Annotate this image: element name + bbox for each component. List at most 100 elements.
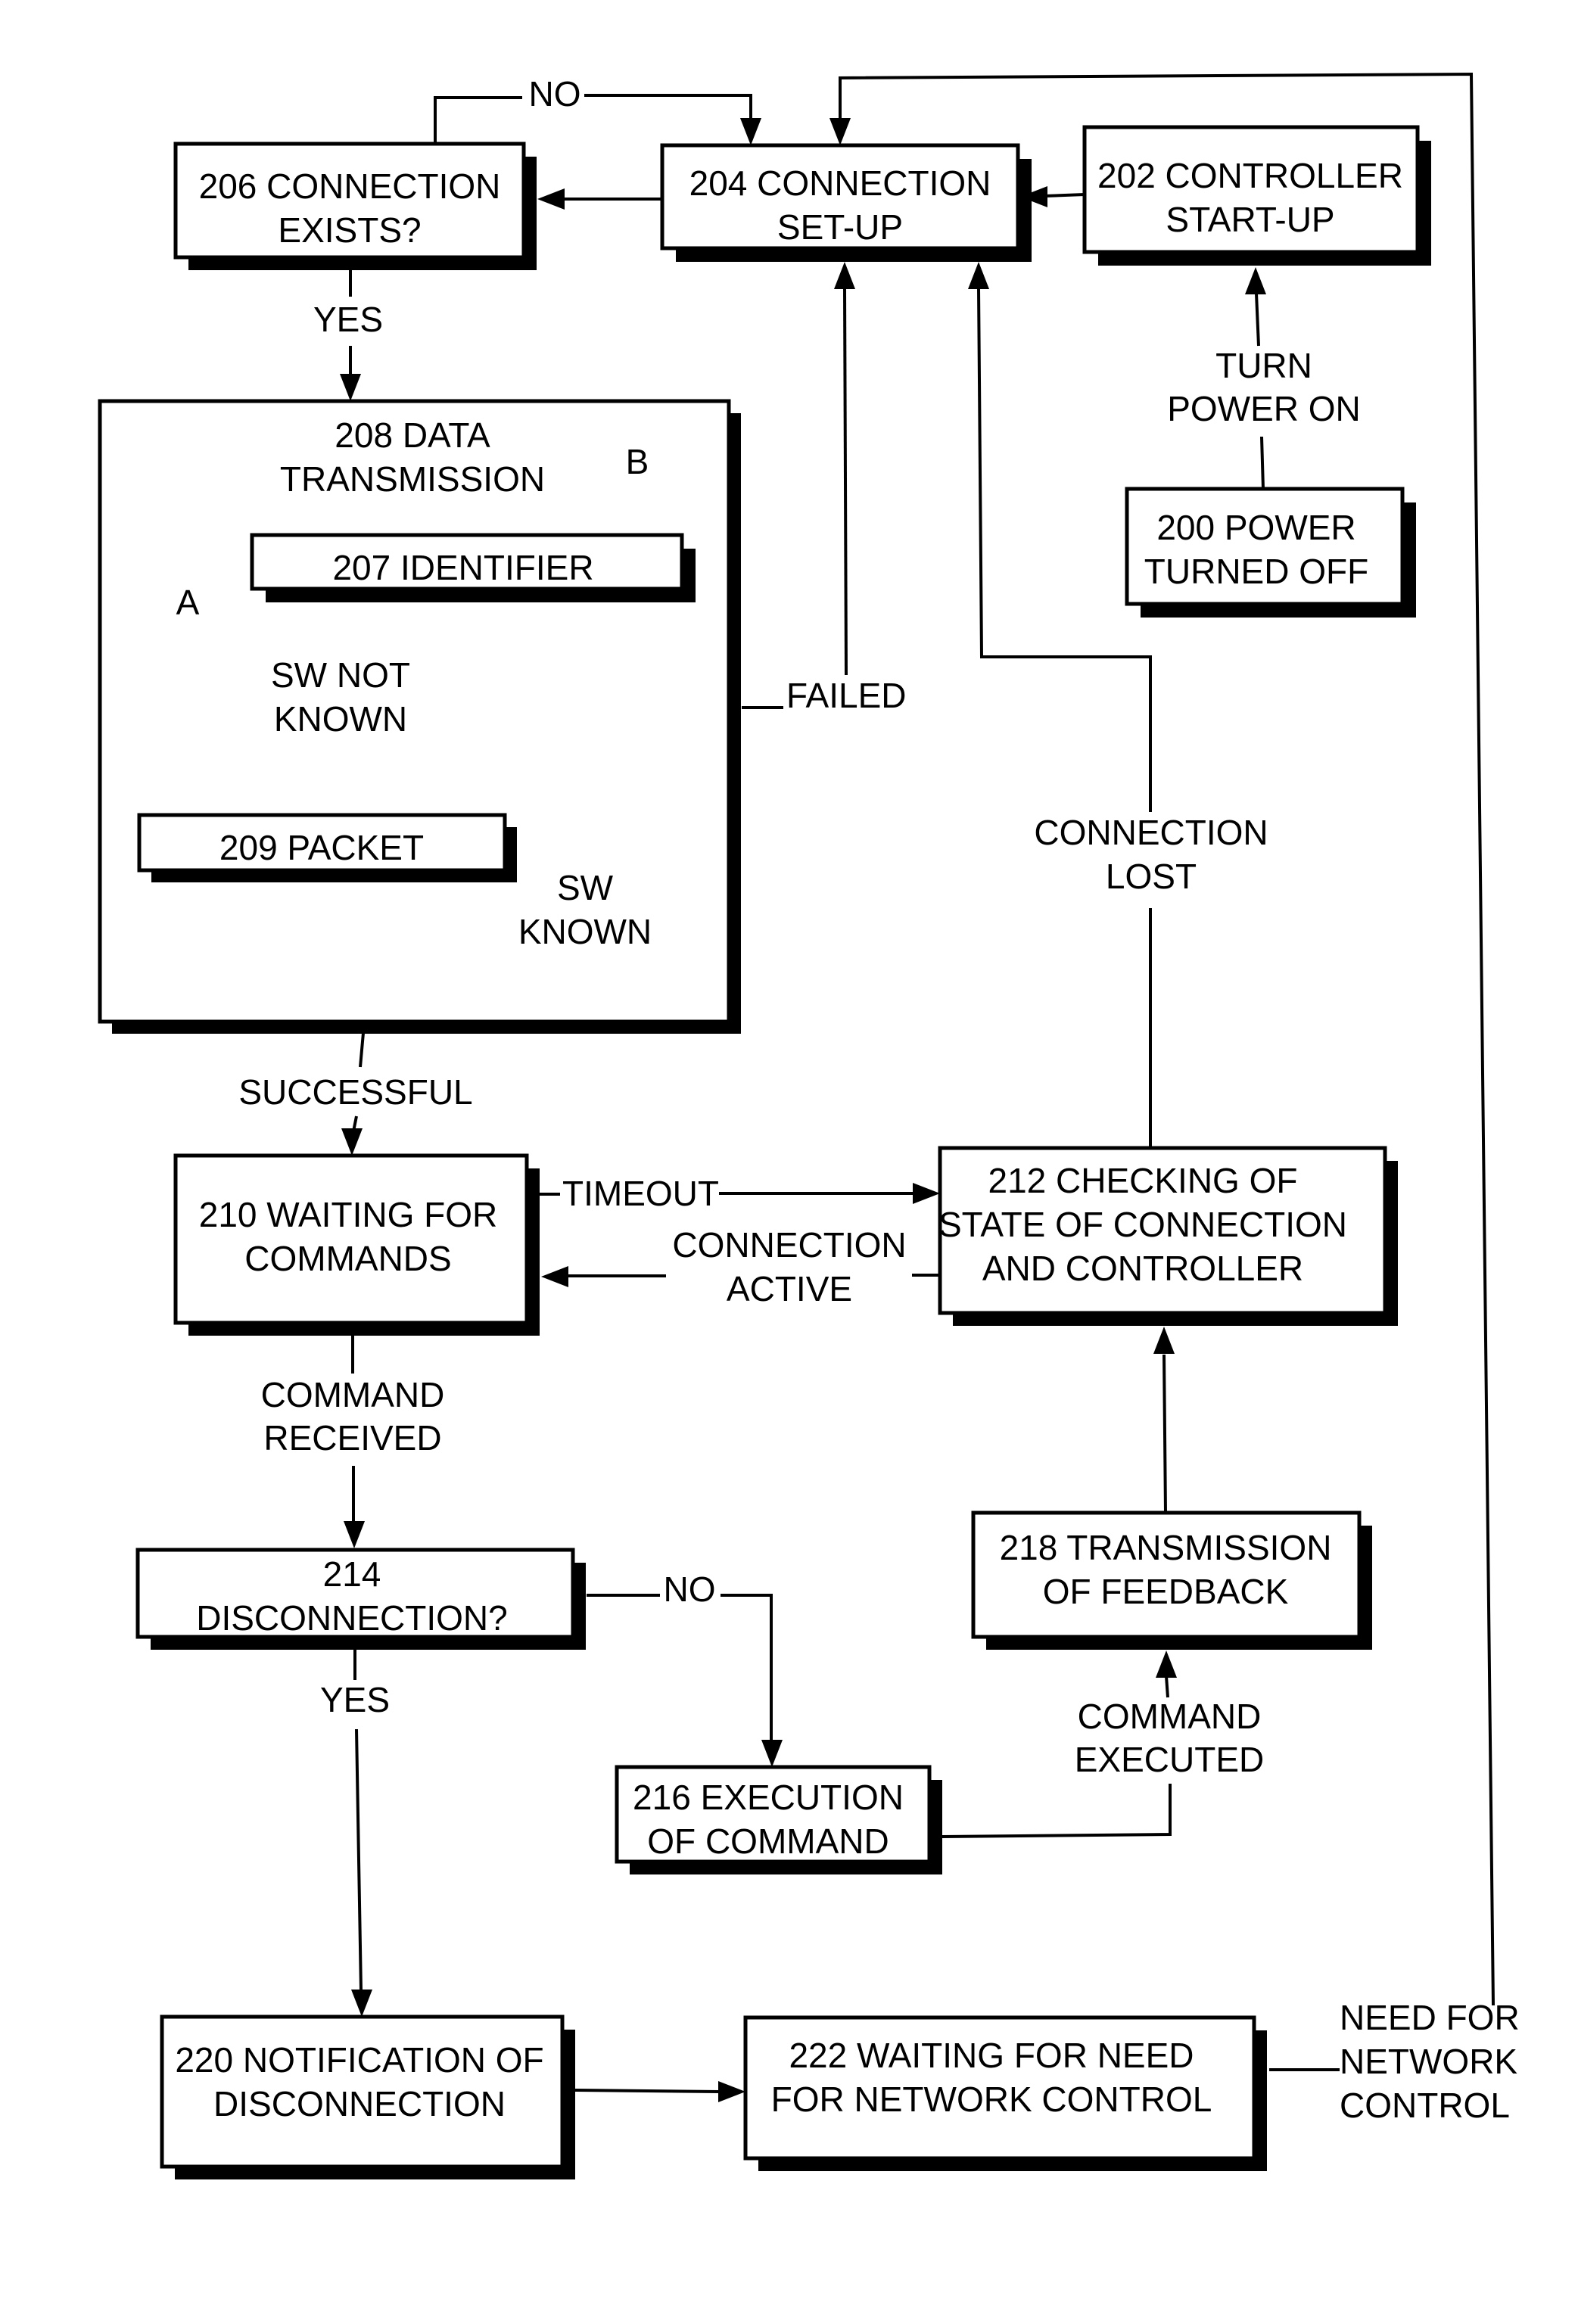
- box-207: 207 IDENTIFIER: [250, 533, 696, 602]
- edge-label-line: NO: [664, 1570, 716, 1609]
- box-label-line: 210 WAITING FOR: [199, 1195, 497, 1234]
- box-label-line: 218 TRANSMISSION: [1000, 1528, 1332, 1567]
- box-label-line: DISCONNECTION: [213, 2084, 506, 2123]
- box-label-line: 200 POWER: [1156, 508, 1355, 547]
- arrowhead-icon: [834, 262, 855, 289]
- connector-200-up: [1260, 436, 1265, 490]
- box-label-line: 222 WAITING FOR NEED: [789, 2036, 1194, 2075]
- box-label-line: 216 EXECUTION: [633, 1778, 904, 1817]
- edge-label-connection-active: CONNECTION ACTIVE: [672, 1225, 906, 1308]
- edge-label-line: LOST: [1106, 857, 1197, 896]
- edge-label-need-for-network-control: NEED FOR NETWORK CONTROL: [1340, 1998, 1520, 2125]
- box-204: 204 CONNECTIONSET-UP: [660, 143, 1032, 262]
- box-216: 216 EXECUTION OF COMMAND: [615, 1765, 942, 1874]
- connector-206-no: [434, 96, 522, 144]
- edge-label-timeout: TIMEOUT: [562, 1174, 719, 1213]
- connector-to-202: [1255, 293, 1260, 347]
- connector-216-command-executed: [942, 1784, 1172, 1838]
- edge-label-yes-206: YES: [313, 300, 383, 339]
- arrowhead-icon: [341, 1128, 363, 1156]
- box-200: 200 POWER TURNED OFF: [1125, 487, 1416, 618]
- box-label-line: TRANSMISSION: [280, 459, 545, 499]
- box-label-line: TURNED OFF: [1144, 552, 1368, 591]
- edge-label-no-206: NO: [529, 74, 581, 114]
- box-label-line: 204 CONNECTION: [689, 163, 991, 203]
- box-label-line: OF COMMAND: [647, 1822, 889, 1861]
- connector-202-to-204: [1044, 193, 1085, 198]
- edge-label-line: COMMAND: [1078, 1697, 1262, 1736]
- arrowhead-icon: [761, 1740, 783, 1767]
- box-214: 214DISCONNECTION?: [135, 1548, 586, 1650]
- box-label-line: DISCONNECTION?: [196, 1598, 507, 1638]
- edge-label-line: NEED FOR: [1340, 1998, 1520, 2037]
- box-label-line: 208 DATA: [335, 415, 490, 455]
- edge-label-path-a: A: [176, 583, 200, 622]
- arrowhead-icon: [913, 1183, 940, 1204]
- edge-label-line: RECEIVED: [263, 1418, 441, 1458]
- connector-command-executed-to-218: [1165, 1675, 1169, 1698]
- connector-no-to-216: [721, 1594, 773, 1741]
- box-209: 209 PACKET: [137, 813, 517, 882]
- edge-label-line: NETWORK: [1340, 2042, 1517, 2081]
- edge-label-line: B: [626, 442, 649, 481]
- box-218: 218 TRANSMISSION OF FEEDBACK: [971, 1510, 1372, 1650]
- edge-label-line: SW: [557, 868, 614, 907]
- box-label-line: OF FEEDBACK: [1043, 1572, 1289, 1611]
- arrowhead-icon: [351, 1990, 372, 2017]
- arrowhead-icon: [1153, 1327, 1175, 1354]
- connector-yes-to-220: [355, 1728, 363, 1991]
- box-label-line: 207 IDENTIFIER: [332, 548, 593, 587]
- arrowhead-icon: [340, 374, 361, 401]
- box-label-line: EXISTS?: [278, 210, 421, 250]
- arrowhead-icon: [541, 1266, 568, 1287]
- flowchart-canvas: 208 DATATRANSMISSION 206 CONNECTIONEXISTS…: [98, 72, 1520, 2179]
- arrowhead-icon: [1156, 1650, 1177, 1678]
- arrowhead-icon: [344, 1521, 365, 1548]
- edge-label-yes-214: YES: [320, 1680, 390, 1719]
- box-220: 220 NOTIFICATION OF DISCONNECTION: [160, 2014, 575, 2179]
- edge-label-line: CONNECTION: [1034, 813, 1268, 852]
- connector-208-successful: [359, 1032, 365, 1068]
- box-210: 210 WAITING FOR COMMANDS: [173, 1153, 540, 1336]
- box-label-line: START-UP: [1166, 200, 1334, 239]
- box-label-line: AND CONTROLLER: [982, 1249, 1303, 1288]
- process-boxes: 208 DATATRANSMISSION 206 CONNECTIONEXISTS…: [98, 125, 1431, 2179]
- box-222: 222 WAITING FOR NEED FOR NETWORK CONTROL: [743, 2015, 1267, 2171]
- edge-label-line: EXECUTED: [1075, 1740, 1264, 1779]
- box-label-line: FOR NETWORK CONTROL: [771, 2080, 1212, 2119]
- edge-label-line: SW NOT: [271, 655, 410, 695]
- edge-label-command-executed: COMMAND EXECUTED: [1075, 1697, 1264, 1779]
- box-label-line: COMMANDS: [244, 1239, 451, 1278]
- box-label-line: SET-UP: [777, 207, 903, 247]
- edge-label-path-b: B: [626, 442, 649, 481]
- edge-label-line: SUCCESSFUL: [238, 1072, 472, 1112]
- edge-label-line: YES: [320, 1680, 390, 1719]
- box-label-line: 209 PACKET: [219, 828, 424, 867]
- edge-label-line: FAILED: [786, 676, 907, 715]
- edge-label-command-received: COMMAND RECEIVED: [261, 1375, 445, 1458]
- box-label-line: 220 NOTIFICATION OF: [175, 2040, 543, 2080]
- box-202: 202 CONTROLLER START-UP: [1082, 125, 1431, 266]
- box-label-line: 214: [323, 1554, 381, 1594]
- edge-label-successful: SUCCESSFUL: [238, 1072, 472, 1112]
- box-label-line: STATE OF CONNECTION: [938, 1205, 1347, 1244]
- connector-failed-to-204: [843, 287, 848, 676]
- edge-label-line: NO: [529, 74, 581, 114]
- edge-label-line: YES: [313, 300, 383, 339]
- box-label-line: 206 CONNECTION: [199, 166, 501, 206]
- arrowhead-icon: [968, 262, 989, 289]
- box-label-line: 212 CHECKING OF: [988, 1161, 1298, 1200]
- edge-label-turn-power-on: TURN POWER ON: [1167, 346, 1361, 428]
- edge-label-line: CONTROL: [1340, 2086, 1510, 2125]
- connector-no-to-204: [584, 94, 752, 132]
- box-212: 212 CHECKING OF STATE OF CONNECTION AND CO…: [938, 1146, 1398, 1326]
- box-label-line: 202 CONTROLLER: [1097, 156, 1403, 195]
- connector-220-to-222: [574, 2089, 720, 2093]
- edge-label-line: KNOWN: [518, 912, 652, 951]
- edge-label-failed: FAILED: [786, 676, 907, 715]
- edge-label-no-214: NO: [664, 1570, 716, 1609]
- edge-label-line: TIMEOUT: [562, 1174, 719, 1213]
- edge-label-line: POWER ON: [1167, 389, 1361, 428]
- edge-label-line: ACTIVE: [727, 1269, 852, 1308]
- arrowhead-icon: [740, 118, 761, 145]
